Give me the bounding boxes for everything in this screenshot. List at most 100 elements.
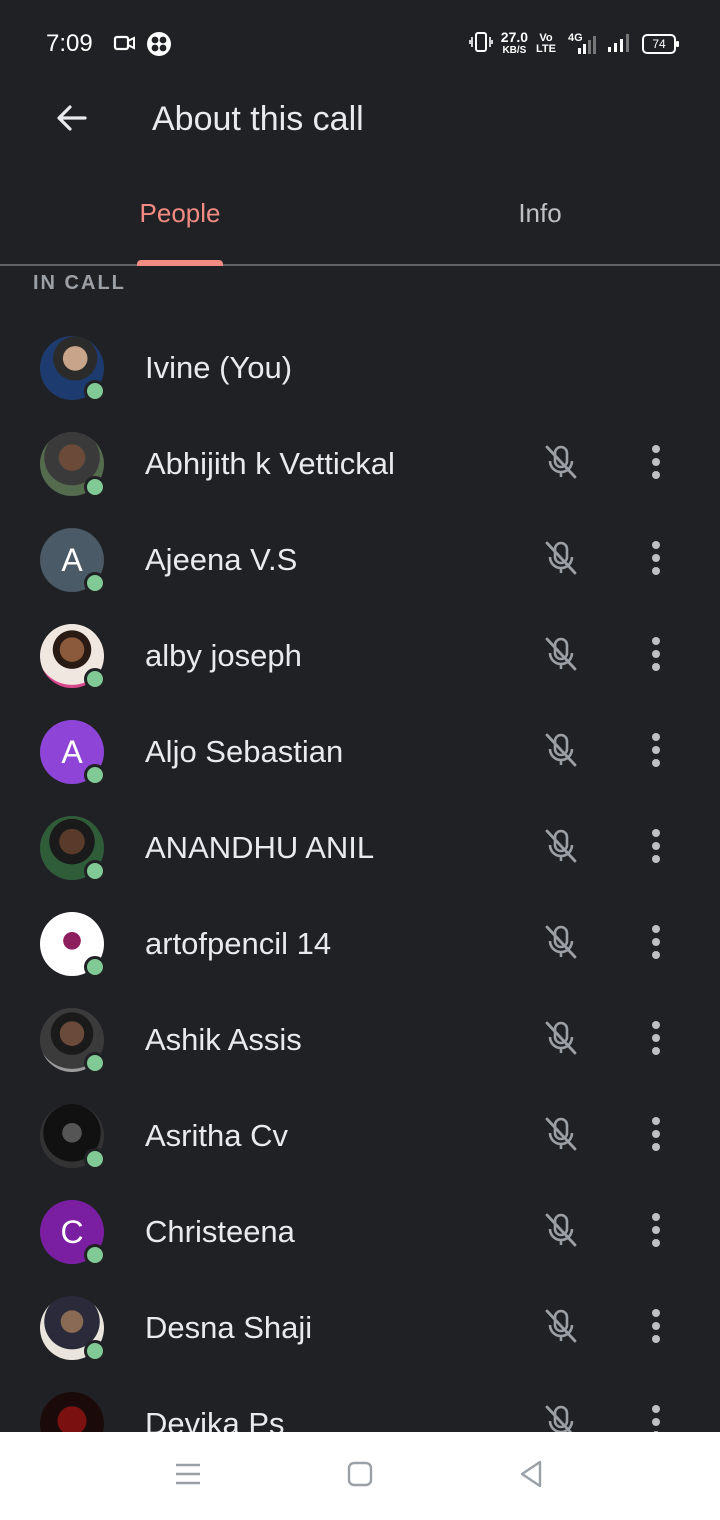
online-status-dot	[84, 572, 106, 594]
vibrate-icon	[468, 31, 493, 58]
app-icon	[146, 31, 172, 62]
arrow-back-icon	[54, 100, 90, 141]
participant-row[interactable]: A Ajeena V.S	[0, 512, 720, 608]
video-camera-icon	[113, 32, 137, 59]
mute-participant-button[interactable]	[537, 1304, 585, 1352]
mute-participant-button[interactable]	[537, 632, 585, 680]
participant-name: Christeena	[145, 1214, 295, 1249]
avatar-container	[40, 624, 106, 690]
participant-name: Asritha Cv	[145, 1118, 288, 1153]
participant-row[interactable]: Abhijith k Vettickal	[0, 416, 720, 512]
online-status-dot	[84, 1148, 106, 1170]
more-vert-icon	[650, 444, 662, 485]
more-options-button[interactable]	[632, 1112, 680, 1160]
mute-participant-button[interactable]	[537, 1208, 585, 1256]
participant-row[interactable]: Ashik Assis	[0, 992, 720, 1088]
online-status-dot	[84, 1340, 106, 1362]
tab-people[interactable]: People	[0, 170, 360, 264]
participant-name: alby joseph	[145, 638, 302, 673]
section-label-in-call: IN CALL	[33, 272, 126, 294]
online-status-dot	[84, 1244, 106, 1266]
home-button[interactable]	[332, 1454, 388, 1498]
more-vert-icon	[650, 1212, 662, 1253]
mute-participant-button[interactable]	[537, 536, 585, 584]
signal-icon	[606, 31, 634, 58]
avatar-container	[40, 336, 106, 402]
avatar-container	[40, 1392, 104, 1432]
avatar-container: A	[40, 528, 106, 594]
avatar-container	[40, 432, 106, 498]
home-icon	[345, 1459, 375, 1494]
recents-button[interactable]	[160, 1454, 216, 1498]
more-vert-icon	[650, 540, 662, 581]
more-options-button[interactable]	[632, 440, 680, 488]
online-status-dot	[84, 764, 106, 786]
more-options-button[interactable]	[632, 1400, 680, 1432]
more-options-button[interactable]	[632, 728, 680, 776]
online-status-dot	[84, 380, 106, 402]
tab-selected-indicator	[137, 260, 223, 266]
more-options-button[interactable]	[632, 920, 680, 968]
back-button[interactable]	[42, 88, 102, 152]
mute-participant-button[interactable]	[537, 728, 585, 776]
participant-name: Abhijith k Vettickal	[145, 446, 395, 481]
participant-name: Desna Shaji	[145, 1310, 313, 1345]
mute-participant-button[interactable]	[537, 920, 585, 968]
participant-name: artofpencil 14	[145, 926, 332, 961]
participant-row[interactable]: Desna Shaji	[0, 1280, 720, 1376]
participant-row[interactable]: alby joseph	[0, 608, 720, 704]
status-indicators: 27.0 KB/S Vo LTE 4G 74	[468, 28, 679, 60]
participant-row[interactable]: artofpencil 14	[0, 896, 720, 992]
mute-participant-button[interactable]	[537, 1112, 585, 1160]
avatar-container	[40, 816, 106, 882]
mic-off-icon	[541, 634, 581, 679]
mute-participant-button[interactable]	[537, 1400, 585, 1432]
mute-participant-button[interactable]	[537, 1016, 585, 1064]
avatar-container	[40, 1296, 106, 1362]
participant-row[interactable]: C Christeena	[0, 1184, 720, 1280]
mic-off-icon	[541, 826, 581, 871]
participant-row[interactable]: A Aljo Sebastian	[0, 704, 720, 800]
participant-name: Ashik Assis	[145, 1022, 302, 1057]
more-options-button[interactable]	[632, 824, 680, 872]
mic-off-icon	[541, 1018, 581, 1063]
participant-row[interactable]: Devika Ps	[0, 1376, 720, 1432]
status-time: 7:09	[46, 30, 93, 57]
mic-off-icon	[541, 1402, 581, 1432]
more-options-button[interactable]	[632, 1304, 680, 1352]
mic-off-icon	[541, 1210, 581, 1255]
more-options-button[interactable]	[632, 1016, 680, 1064]
more-options-button[interactable]	[632, 1208, 680, 1256]
participant-list[interactable]: Ivine (You) Abhijith k Vettickal A Ajeena V…	[0, 320, 720, 1432]
volte-indicator: Vo LTE	[536, 32, 556, 55]
more-vert-icon	[650, 828, 662, 869]
tab-info[interactable]: Info	[360, 170, 720, 264]
online-status-dot	[84, 476, 106, 498]
mic-off-icon	[541, 1114, 581, 1159]
participant-row[interactable]: Asritha Cv	[0, 1088, 720, 1184]
tab-bar: People Info	[0, 170, 720, 266]
more-vert-icon	[650, 1404, 662, 1432]
participant-row[interactable]: Ivine (You)	[0, 320, 720, 416]
more-vert-icon	[650, 1308, 662, 1349]
more-vert-icon	[650, 636, 662, 677]
online-status-dot	[84, 956, 106, 978]
system-nav-bar	[0, 1432, 720, 1520]
participant-name: Ivine (You)	[145, 350, 293, 385]
avatar	[40, 1392, 104, 1432]
more-vert-icon	[650, 924, 662, 965]
mute-participant-button[interactable]	[537, 824, 585, 872]
mic-off-icon	[541, 538, 581, 583]
more-options-button[interactable]	[632, 536, 680, 584]
back-triangle-icon	[516, 1459, 546, 1494]
mute-participant-button[interactable]	[537, 440, 585, 488]
avatar-container	[40, 1104, 106, 1170]
nav-back-button[interactable]	[503, 1454, 559, 1498]
participant-row[interactable]: ANANDHU ANIL	[0, 800, 720, 896]
menu-icon	[173, 1461, 203, 1492]
avatar-container	[40, 912, 106, 978]
participant-name: Devika Ps	[145, 1406, 285, 1432]
signal-4g-icon: 4G	[564, 32, 598, 56]
more-options-button[interactable]	[632, 632, 680, 680]
status-bar: 7:09 27.0 KB/S Vo LTE 4G 74	[0, 0, 720, 88]
